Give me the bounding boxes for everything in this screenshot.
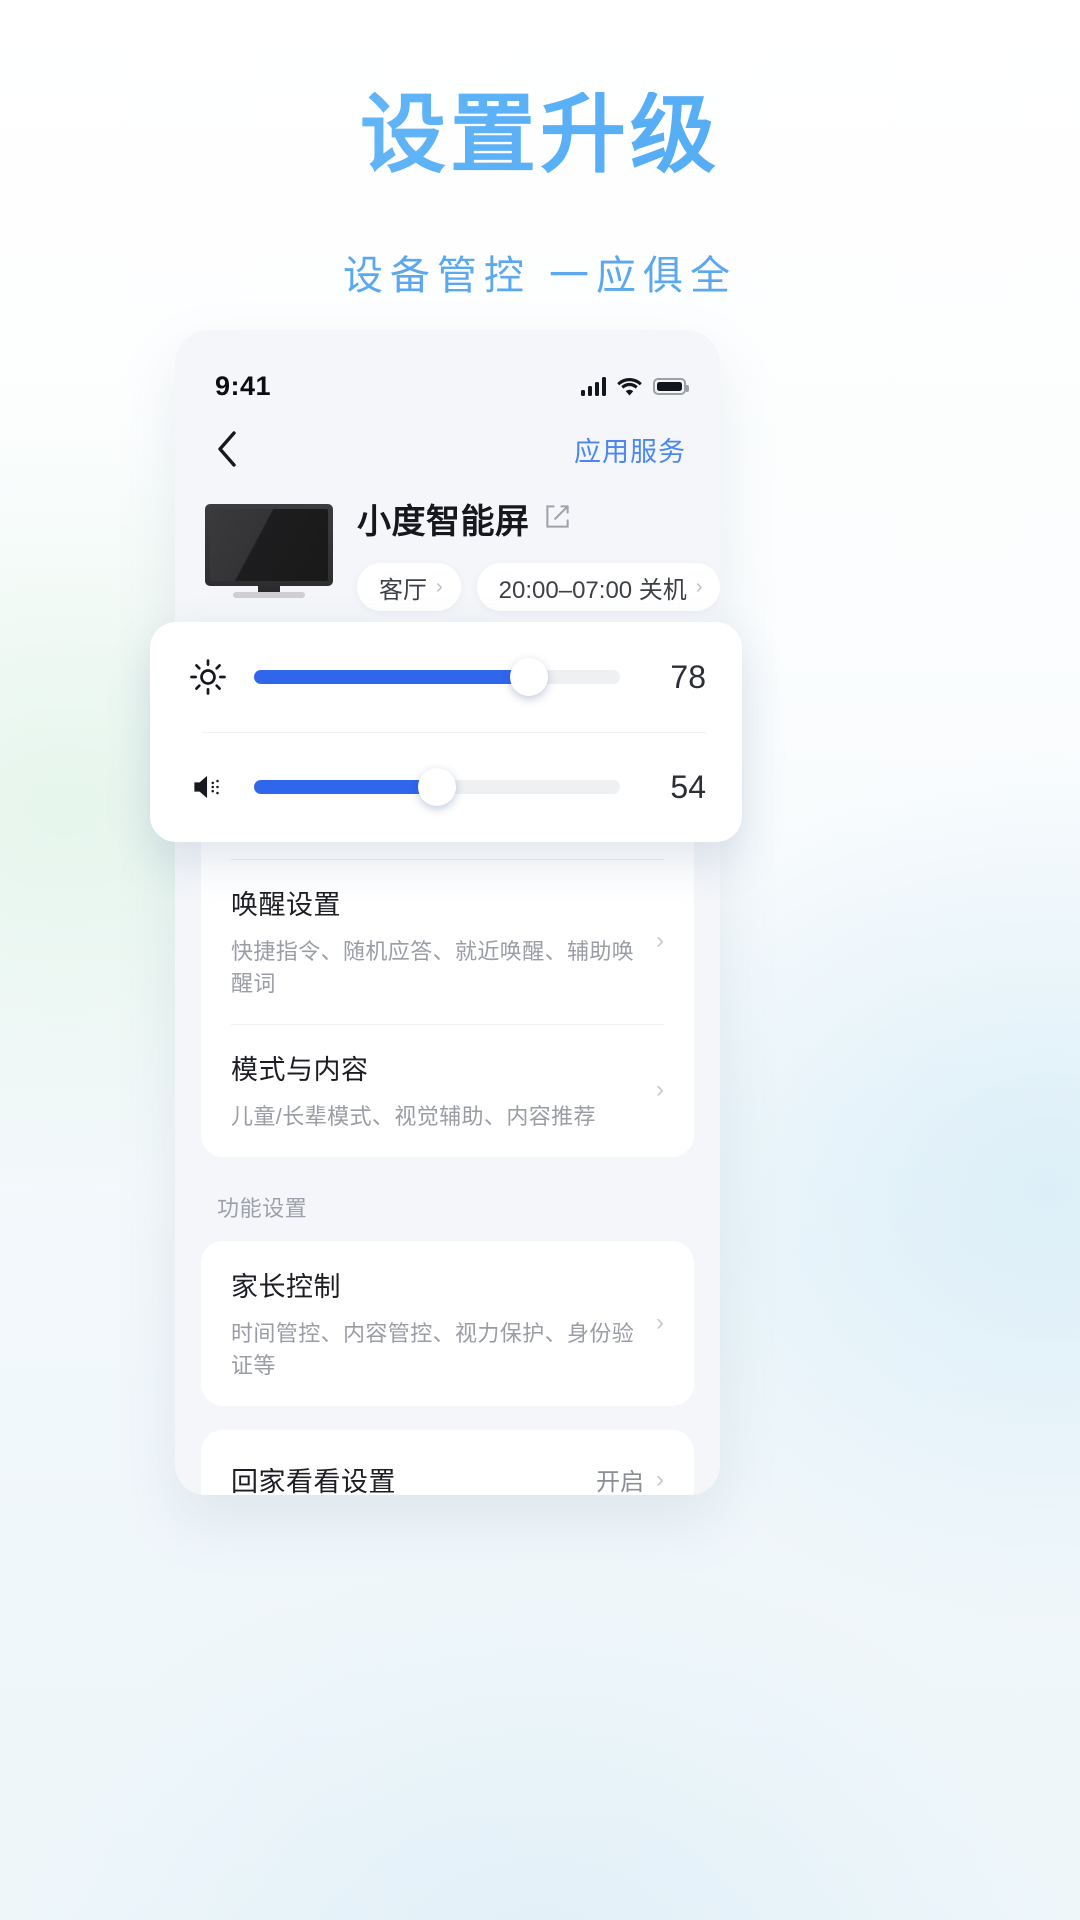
promo-title: 设置升级 <box>0 92 1080 178</box>
device-room-chip[interactable]: 客厅 › <box>357 563 461 611</box>
nav-bar: 应用服务 <box>175 416 720 482</box>
settings-row-mode-content[interactable]: 模式与内容 儿童/长辈模式、视觉辅助、内容推荐 › <box>201 1024 694 1157</box>
phone-mockup: 9:41 应用服务 小度智能屏 客厅 › 20:00–07:00 关机 › 唤醒… <box>175 330 720 1495</box>
chevron-left-icon <box>218 431 236 467</box>
device-room-label: 客厅 <box>379 576 427 604</box>
device-name: 小度智能屏 <box>357 503 530 541</box>
cellular-signal-icon <box>580 376 606 396</box>
chevron-right-icon: › <box>656 926 664 954</box>
row-title: 唤醒设置 <box>231 890 341 920</box>
settings-section-label: 功能设置 <box>217 1196 308 1221</box>
row-title: 回家看看设置 <box>231 1467 396 1495</box>
edit-square-icon[interactable] <box>544 503 571 535</box>
brightness-fill <box>254 670 529 684</box>
row-title: 家长控制 <box>231 1272 341 1302</box>
volume-value: 54 <box>670 768 706 805</box>
row-subtitle: 快捷指令、随机应答、就近唤醒、辅助唤醒词 <box>231 939 635 996</box>
status-bar: 9:41 <box>175 330 720 416</box>
chevron-right-icon: › <box>656 1465 664 1493</box>
row-title: 模式与内容 <box>231 1055 369 1085</box>
promo-subtitle: 设备管控 一应俱全 <box>342 254 738 298</box>
back-button[interactable] <box>207 429 247 469</box>
volume-icon <box>186 768 230 806</box>
chevron-right-icon: › <box>656 1075 664 1103</box>
settings-row-home-check[interactable]: 回家看看设置 开启 › <box>201 1430 694 1495</box>
brightness-slider[interactable] <box>254 658 620 696</box>
device-schedule-chip[interactable]: 20:00–07:00 关机 › <box>476 563 720 611</box>
settings-row-wakeup[interactable]: 唤醒设置 快捷指令、随机应答、就近唤醒、辅助唤醒词 › <box>201 859 694 1024</box>
battery-icon <box>653 377 689 395</box>
quick-control-card: 78 54 <box>150 622 742 842</box>
device-chips: 客厅 › 20:00–07:00 关机 › <box>357 563 720 611</box>
volume-slider[interactable] <box>254 768 620 806</box>
brightness-icon <box>186 658 230 696</box>
wifi-icon <box>617 377 642 396</box>
brightness-value: 78 <box>670 658 706 695</box>
smart-display-icon <box>205 504 333 600</box>
volume-knob[interactable] <box>418 768 456 806</box>
status-time: 9:41 <box>215 370 272 401</box>
volume-fill <box>254 780 437 794</box>
row-subtitle: 时间管控、内容管控、视力保护、身份验证等 <box>231 1321 635 1378</box>
device-name-row: 小度智能屏 <box>357 494 720 543</box>
row-subtitle: 儿童/长辈模式、视觉辅助、内容推荐 <box>231 1104 596 1129</box>
chevron-right-icon: › <box>656 1308 664 1336</box>
settings-group-features: 家长控制 时间管控、内容管控、视力保护、身份验证等 › <box>201 1241 694 1406</box>
settings-row-parental-control[interactable]: 家长控制 时间管控、内容管控、视力保护、身份验证等 › <box>201 1241 694 1406</box>
row-value: 开启 <box>596 1469 644 1495</box>
brightness-slider-row: 78 <box>186 622 706 732</box>
device-schedule-label: 20:00–07:00 关机 <box>498 576 687 604</box>
brightness-knob[interactable] <box>509 658 548 696</box>
settings-group-assist: 回家看看设置 开启 › 看护助手设置 开启 › <box>201 1430 694 1495</box>
volume-slider-row: 54 <box>186 732 706 842</box>
status-icons <box>580 376 689 396</box>
chevron-right-icon: › <box>436 576 443 598</box>
app-service-link[interactable]: 应用服务 <box>574 430 686 469</box>
device-header: 小度智能屏 客厅 › 20:00–07:00 关机 › <box>175 478 720 611</box>
chevron-right-icon: › <box>695 576 703 598</box>
